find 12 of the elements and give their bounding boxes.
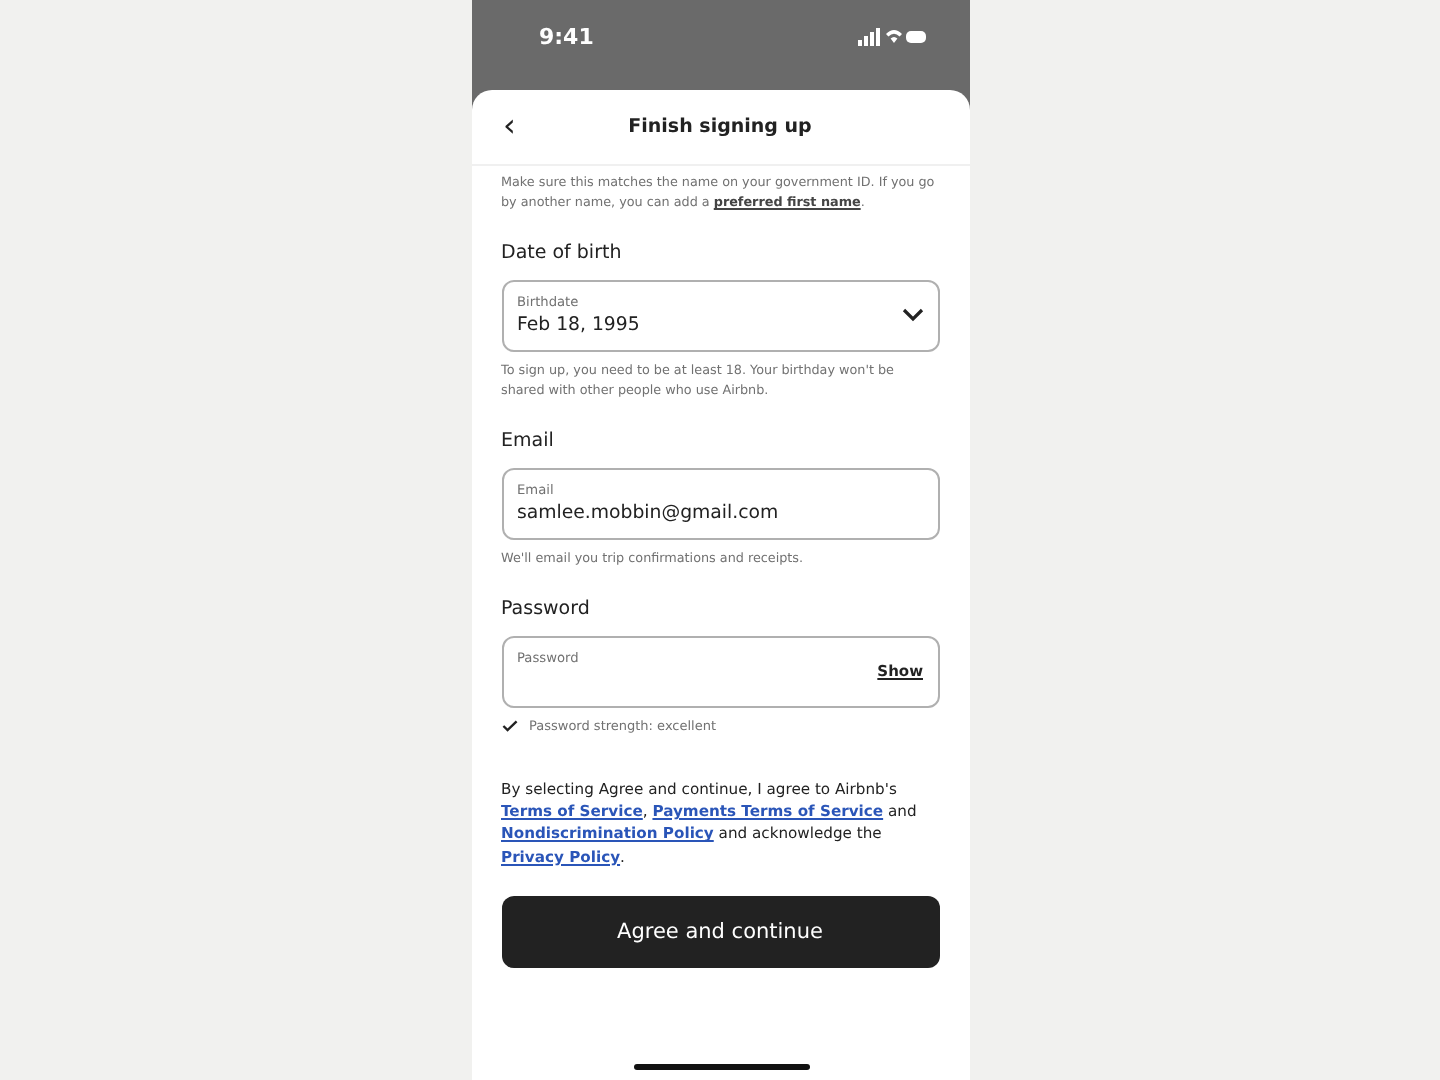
check-icon [501, 719, 517, 732]
status-time: 9:41 [539, 24, 594, 50]
status-icons [857, 28, 925, 46]
agree-button[interactable]: Agree and continue [501, 896, 939, 969]
sheet-title: Finish signing up [628, 116, 812, 138]
section-heading: Date of birth [501, 241, 624, 264]
chevron-down-icon [901, 308, 923, 323]
section-heading: Email [501, 429, 556, 452]
field-value: Feb 18, 1995 [517, 314, 640, 337]
back-button[interactable]: ‹ [495, 108, 524, 144]
section-heading: Password [501, 597, 592, 620]
field-value: samlee.mobbin@gmail.com [517, 502, 779, 525]
